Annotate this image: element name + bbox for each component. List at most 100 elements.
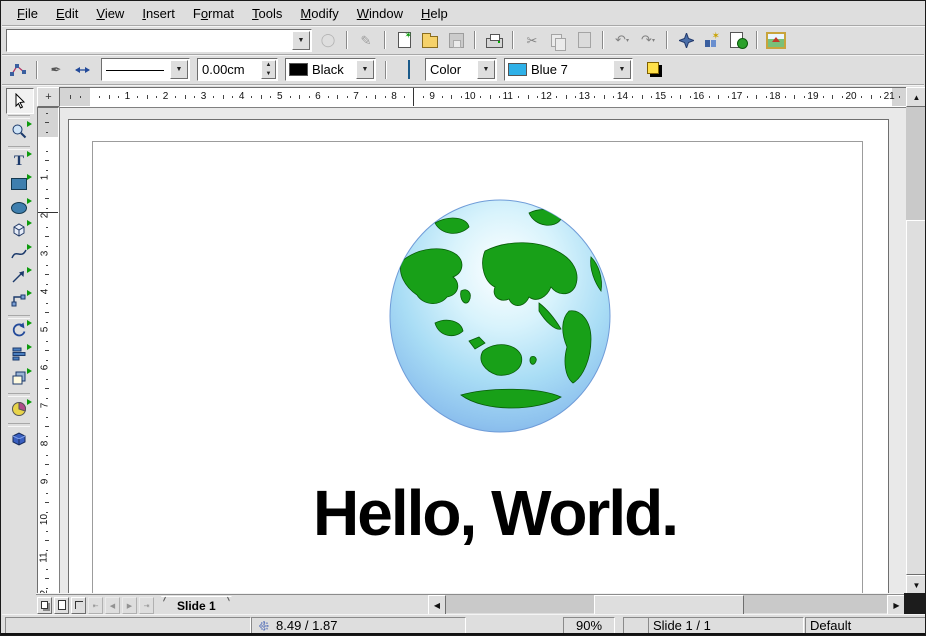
status-template-field[interactable]: Default [805, 617, 926, 634]
shadow-button[interactable] [642, 58, 666, 82]
fill-color-value: Blue 7 [527, 62, 612, 77]
globe-graphic[interactable] [389, 199, 611, 433]
slide-title-text[interactable]: Hello, World. [277, 476, 713, 550]
copy-button [546, 28, 570, 52]
master-view-button[interactable] [54, 597, 69, 614]
new-document-button[interactable]: ✶ [392, 28, 416, 52]
drawing-canvas[interactable]: Hello, World. [59, 107, 906, 595]
longclick-arrow-icon [27, 320, 32, 326]
connector-icon [11, 292, 27, 308]
fill-color-select[interactable]: Blue 7 ▼ [504, 58, 633, 81]
scroll-down-icon[interactable]: ▼ [906, 575, 926, 595]
horizontal-scrollbar[interactable]: ◀ ▶ [428, 595, 904, 613]
menu-file[interactable]: File [8, 3, 47, 24]
line-style-dropdown-icon[interactable]: ▼ [170, 60, 188, 79]
fill-color-dropdown-icon[interactable]: ▼ [613, 60, 631, 79]
controller-3d-tool-button[interactable] [6, 426, 32, 450]
status-slide-field[interactable]: Slide 1 / 1 [648, 617, 804, 634]
alignment-tool-button[interactable] [6, 342, 32, 366]
menu-format[interactable]: Format [184, 3, 243, 24]
line-style-select[interactable]: ▼ [101, 58, 190, 81]
lines-arrows-tool-button[interactable] [6, 265, 32, 289]
lines-arrows-icon [11, 269, 27, 285]
select-tool-button[interactable] [6, 88, 34, 114]
longclick-arrow-icon [27, 344, 32, 350]
horizontal-ruler[interactable]: 123456789101112131415161718192021 [59, 87, 907, 107]
vertical-scrollbar[interactable]: ▲ ▼ [906, 87, 925, 593]
longclick-arrow-icon [27, 151, 32, 157]
status-position-value: 8.49 / 1.87 [276, 618, 337, 633]
hruler-number: 20 [846, 91, 857, 102]
curve-icon [11, 246, 27, 262]
fill-style-select[interactable]: Color ▼ [425, 58, 497, 81]
gallery-button[interactable] [764, 28, 788, 52]
hruler-number: 9 [429, 91, 435, 102]
objects-3d-icon [11, 222, 27, 238]
menu-insert[interactable]: Insert [133, 3, 184, 24]
ellipse-tool-button[interactable] [6, 196, 32, 220]
last-slide-button: ⇥ [139, 597, 154, 614]
autopilot-button[interactable]: ✶ [700, 28, 724, 52]
line-color-select[interactable]: Black ▼ [285, 58, 376, 81]
line-color-swatch [289, 63, 308, 76]
next-slide-icon: ▶ [127, 602, 132, 610]
objects-3d-tool-button[interactable] [6, 218, 32, 242]
status-zoom-field[interactable]: 90% [563, 617, 615, 634]
spin-down-icon[interactable]: ▼ [262, 70, 275, 79]
menu-tools[interactable]: Tools [243, 3, 291, 24]
save-document-button [444, 28, 468, 52]
menu-edit[interactable]: Edit [47, 3, 87, 24]
menu-modify[interactable]: Modify [291, 3, 347, 24]
rectangle-tool-button[interactable] [6, 172, 32, 196]
effects-tool-button[interactable] [6, 318, 32, 342]
vertical-scroll-thumb[interactable] [906, 220, 926, 575]
edit-points-button[interactable] [6, 58, 30, 82]
slide-view-button[interactable] [37, 597, 52, 614]
longclick-arrow-icon [27, 121, 32, 127]
ruler-origin-button[interactable]: + [37, 87, 60, 107]
horizontal-scroll-thumb[interactable] [594, 595, 744, 615]
zoom-tool-button[interactable] [6, 119, 32, 143]
status-position-field[interactable]: 8.49 / 1.87 [251, 617, 466, 634]
hruler-number: 8 [391, 91, 397, 102]
hruler-number: 16 [693, 91, 704, 102]
url-combobox[interactable]: ▼ [6, 29, 312, 52]
vruler-number: 6 [39, 365, 50, 371]
scroll-left-icon[interactable]: ◀ [428, 595, 446, 615]
layer-view-icon [75, 601, 83, 611]
scroll-up-icon[interactable]: ▲ [906, 87, 926, 107]
menu-view[interactable]: View [87, 3, 133, 24]
longclick-arrow-icon [27, 174, 32, 180]
layer-view-button[interactable] [71, 597, 86, 614]
arrow-style-button[interactable] [70, 58, 94, 82]
insert-tool-button[interactable] [6, 397, 32, 421]
line-width-spin-buttons[interactable]: ▲▼ [261, 60, 276, 79]
line-dialog-button[interactable]: ✒ [44, 58, 68, 82]
arrange-tool-button[interactable] [6, 366, 32, 390]
print-file-button[interactable] [482, 28, 506, 52]
slide-page[interactable]: Hello, World. [68, 119, 889, 595]
line-color-dropdown-icon[interactable]: ▼ [356, 60, 374, 79]
copy-icon [548, 30, 568, 50]
navigator-button[interactable] [674, 28, 698, 52]
line-width-spinner[interactable]: 0.00cm ▲▼ [197, 58, 278, 81]
open-document-button[interactable] [418, 28, 442, 52]
vertical-ruler[interactable]: 123456789101112 [37, 107, 59, 595]
fill-style-dropdown-icon[interactable]: ▼ [477, 60, 495, 79]
hyperlink-button[interactable] [726, 28, 750, 52]
curve-tool-button[interactable] [6, 242, 32, 266]
connector-tool-button[interactable] [6, 288, 32, 312]
text-tool-button[interactable]: T [6, 149, 32, 173]
slide-tab[interactable]: Slide 1 [161, 596, 232, 615]
insert-icon [11, 401, 27, 417]
previous-slide-button: ◀ [105, 597, 120, 614]
stop-loading-icon: ◯ [318, 30, 338, 50]
slide-view-icon [41, 601, 48, 611]
menu-help[interactable]: Help [412, 3, 457, 24]
url-combobox-dropdown-icon[interactable]: ▼ [292, 31, 310, 50]
spin-up-icon[interactable]: ▲ [262, 61, 275, 70]
vruler-number: 5 [39, 327, 50, 333]
menu-window[interactable]: Window [348, 3, 412, 24]
paste-button [572, 28, 596, 52]
area-dialog-button[interactable] [397, 58, 421, 82]
